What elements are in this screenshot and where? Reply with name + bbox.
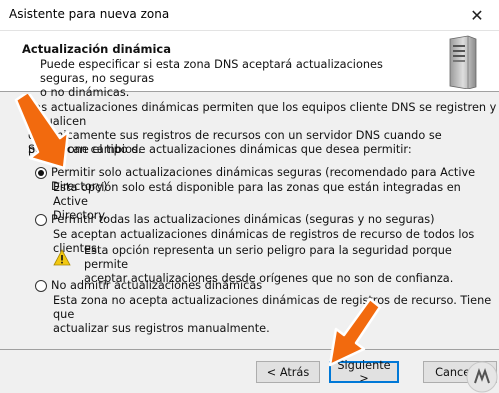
logo-icon: [466, 361, 498, 393]
warning-icon: [53, 249, 71, 266]
option-no-updates-desc: Esta zona no acepta actualizaciones diná…: [53, 294, 492, 335]
arrow-annotation-icon: [14, 94, 70, 170]
page-title: Actualización dinámica: [22, 42, 171, 56]
back-button[interactable]: < Atrás: [256, 361, 320, 383]
wizard-header: Actualización dinámica Puede especificar…: [0, 31, 499, 99]
close-button[interactable]: ✕: [455, 0, 499, 30]
radio-no-updates[interactable]: [35, 280, 47, 292]
page-subtitle: Puede especificar si esta zona DNS acept…: [40, 58, 383, 99]
title-bar: Asistente para nueva zona ✕: [0, 0, 499, 31]
window-title: Asistente para nueva zona: [9, 7, 170, 21]
arrow-annotation-icon: [328, 297, 382, 367]
option-no-updates-label[interactable]: No admitir actualizaciones dinámicas: [51, 279, 262, 293]
server-icon: [449, 35, 477, 89]
footer-divider: [0, 349, 499, 350]
option-all-updates-label[interactable]: Permitir todas las actualizaciones dinám…: [51, 213, 435, 227]
prompt-text: Seleccione el tipo de actualizaciones di…: [28, 143, 412, 156]
radio-all-updates[interactable]: [35, 214, 47, 226]
